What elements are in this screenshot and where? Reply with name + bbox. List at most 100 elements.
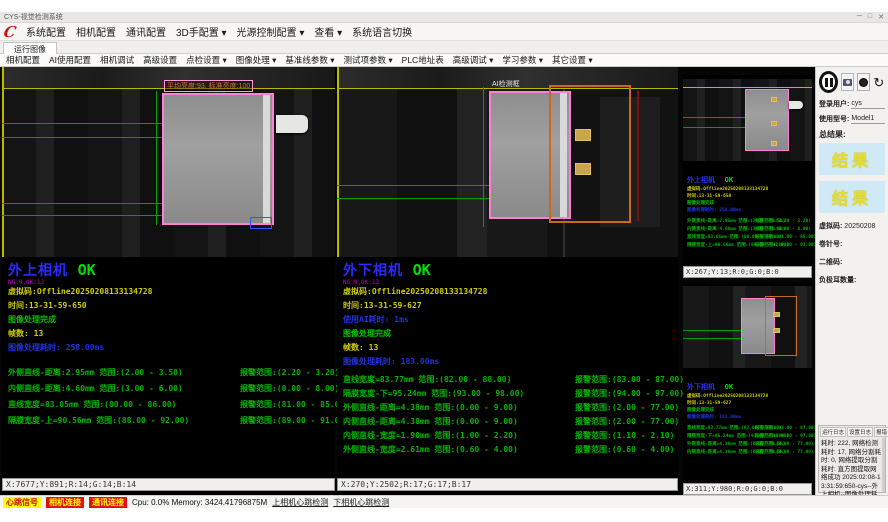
log-tab-run[interactable]: 运行日志 (820, 427, 846, 437)
tool-baseline-params[interactable]: 基准线参数 ▾ (285, 54, 334, 66)
pause-icon (830, 78, 833, 87)
qrcode-label: 二维码: (819, 257, 885, 267)
tool-test-params[interactable]: 测试项参数 ▾ (344, 54, 393, 66)
lower-camera-heartbeat-link[interactable]: 下相机心跳检测 (333, 497, 389, 508)
needle-label: 卷针号: (819, 239, 885, 249)
camera-image-upper[interactable]: 平均亮度:93, 标准亮度:100 (2, 67, 335, 257)
menu-light-config[interactable]: 光源控制配置 ▾ (237, 24, 305, 39)
alarm-range-text: 报警范围:(2.20 - 3.20) (240, 365, 339, 381)
processing-status: 图像处理完成 (343, 327, 676, 341)
cpu-memory-text: Cpu: 0.0% Memory: 3424.41796875M (132, 498, 267, 507)
tab-feature (771, 121, 777, 126)
tab-run-image[interactable]: 运行图像 (3, 42, 57, 54)
model-field[interactable]: Model1 (851, 115, 885, 124)
tool-advanced-debug[interactable]: 高级调试 ▾ (453, 54, 494, 66)
measurement-text: 隔膜宽度-下=95.24mm 范围:(93.00 - 98.00) (343, 387, 575, 401)
camera-title: 外上相机 (8, 263, 68, 279)
minimize-icon[interactable]: ─ (857, 13, 862, 21)
measurement-row: 内侧直线-距离:4.60mm 范围:(3.00 - 6.00)报警范围:(0.0… (687, 226, 816, 234)
result-status: OK (725, 383, 733, 391)
login-user-field[interactable]: cys (851, 100, 885, 109)
pixel-coordinate-bar: X:267;Y:13;R:0;G:0;B:0 (683, 266, 812, 278)
alarm-range-text: 报警范围:(83.00 - 87.00) (575, 373, 684, 387)
pixel-coordinate-bar: X:270;Y:2502;R:17;G:17;B:17 (337, 478, 678, 491)
ai-detect-box (549, 85, 631, 223)
refresh-button[interactable]: ↻ (873, 73, 885, 91)
calibration-vline (2, 67, 4, 257)
inspected-cell-block (745, 89, 789, 151)
pause-button[interactable] (819, 71, 838, 93)
alarm-range-text: 报警范围:(1.10 - 2.10) (575, 429, 676, 443)
result-text-upper: 外上相机 OK NG:0,OK:13 虚拟码:Offline2025020813… (8, 257, 333, 429)
measurement-text: 外侧直线-距离=4.38mm 范围:(0.00 - 9.00) (343, 401, 575, 415)
tool-other-settings[interactable]: 其它设置 ▾ (552, 54, 593, 66)
ai-time: 使用AI耗时: 1ms (343, 313, 676, 327)
alarm-range-text: 报警范围:(94.00 - 97.00) (575, 387, 684, 401)
tab-feature (773, 328, 780, 333)
barcode-value: 20250208 (844, 223, 875, 230)
tool-spot-check[interactable]: 点检设置 ▾ (186, 54, 227, 66)
log-scrollbar[interactable] (882, 438, 885, 492)
tool-camera-config[interactable]: 相机配置 (6, 54, 40, 66)
processing-time: 图像处理耗时: 258.00ms (687, 207, 816, 214)
control-buttons: ↻ (819, 71, 885, 93)
measurement-row: 隔膜宽度-下=95.24mm 范围:(93.00 - 98.00) 报警范围:(… (343, 387, 676, 401)
app-logo-icon: C (2, 23, 18, 41)
upper-camera-heartbeat-link[interactable]: 上相机心跳检测 (272, 497, 328, 508)
camera-title: 外下相机 (687, 383, 715, 391)
virtual-barcode: 虚拟码:Offline20250208133134728 (8, 285, 333, 299)
close-icon[interactable]: ✕ (878, 13, 884, 21)
measurement-row: 内侧直线-距离:4.60mm 范围:(3.00 - 6.00) 报警范围:(0.… (8, 381, 333, 397)
result-status: OK (413, 261, 431, 279)
measurement-text: 直线宽度=83.77mm 范围:(82.00 - 88.00) (343, 373, 575, 387)
processing-time: 图像处理耗时: 183.00ms (343, 355, 676, 369)
camera-panel-upper: 平均亮度:93, 标准亮度:100 外上相机 OK NG:0,OK:13 虚拟码… (2, 67, 335, 495)
camera-panel-lower: AI检测框 外下相机 OK NG:0,OK:13 虚拟码:Offline2025… (337, 67, 678, 495)
tab-feature (773, 312, 780, 317)
log-tab-errors[interactable]: 报错日志 (874, 427, 888, 437)
maximize-icon[interactable]: □ (868, 13, 872, 21)
processing-status: 图像处理完成 (8, 313, 333, 327)
log-tab-settings[interactable]: 设置日志 (847, 427, 873, 437)
tool-camera-debug[interactable]: 相机调试 (100, 54, 134, 66)
camera-image-lower[interactable]: AI检测框 (337, 67, 678, 257)
barcode-row: 虚拟码: 20250208 (819, 221, 885, 231)
preview-image-upper[interactable] (683, 79, 812, 161)
login-user-label: 登录用户: (819, 99, 849, 109)
measurement-list: 外侧直线-距离:2.95mm 范围:(2.00 - 3.50) 报警范围:(2.… (8, 365, 333, 429)
heartbeat-badge: 心跳信号 (3, 497, 41, 508)
tool-ai-config[interactable]: AI使用配置 (49, 54, 91, 66)
measure-vline (156, 91, 157, 225)
menu-camera-config[interactable]: 相机配置 (76, 24, 116, 39)
tool-learning-params[interactable]: 学习参数 ▾ (502, 54, 543, 66)
menu-comm-config[interactable]: 通讯配置 (126, 24, 166, 39)
roi-box (250, 217, 272, 229)
tool-advanced-settings[interactable]: 高级设置 (143, 54, 177, 66)
tab-feature (771, 141, 777, 146)
measure-line (683, 117, 747, 118)
capture-time: 时间:13-31-59-627 (343, 299, 676, 313)
tab-strip: 运行图像 (0, 41, 888, 54)
measurement-row: 隔膜宽度-上=90.56mm 范围:(88.00 - 92.00)报警范围:(8… (687, 242, 816, 250)
measurement-row: 内侧直线-距离=4.38mm 范围:(0.00 - 9.00)报警范围:(2.0… (687, 449, 816, 457)
lens-button[interactable] (857, 73, 870, 91)
menu-view[interactable]: 查看 ▾ (314, 24, 342, 39)
measurement-row: 隔膜宽度-上=90.56mm 范围:(88.00 - 92.00) 报警范围:(… (8, 413, 333, 429)
menu-language-switch[interactable]: 系统语言切换 (352, 24, 412, 39)
tool-image-processing[interactable]: 图像处理 ▾ (236, 54, 277, 66)
menu-system-config[interactable]: 系统配置 (26, 24, 66, 39)
camera-title: 外下相机 (343, 263, 403, 279)
toolbar: 相机配置 AI使用配置 相机调试 高级设置 点检设置 ▾ 图像处理 ▾ 基准线参… (0, 54, 888, 67)
camera-view-button[interactable] (841, 73, 854, 91)
tool-plc-table[interactable]: PLC地址表 (402, 54, 444, 66)
window-title: CYS-视觉检测系统 (4, 12, 63, 22)
virtual-barcode: 虚拟码:Offline20250208133134728 (687, 186, 816, 193)
workspace: 平均亮度:93, 标准亮度:100 外上相机 OK NG:0,OK:13 虚拟码… (0, 67, 888, 495)
measure-line (2, 123, 164, 124)
measurement-text: 直线宽度=83.05mm 范围:(80.00 - 86.00) (8, 397, 240, 413)
menu-3d-config[interactable]: 3D手配置 ▾ (176, 24, 227, 39)
ai-box-label: AI检测框 (492, 79, 520, 89)
measure-line (683, 127, 747, 128)
preview-image-lower[interactable] (683, 286, 812, 368)
measurement-row: 内侧直线-距离=4.38mm 范围:(0.00 - 9.00) 报警范围:(2.… (343, 415, 676, 429)
